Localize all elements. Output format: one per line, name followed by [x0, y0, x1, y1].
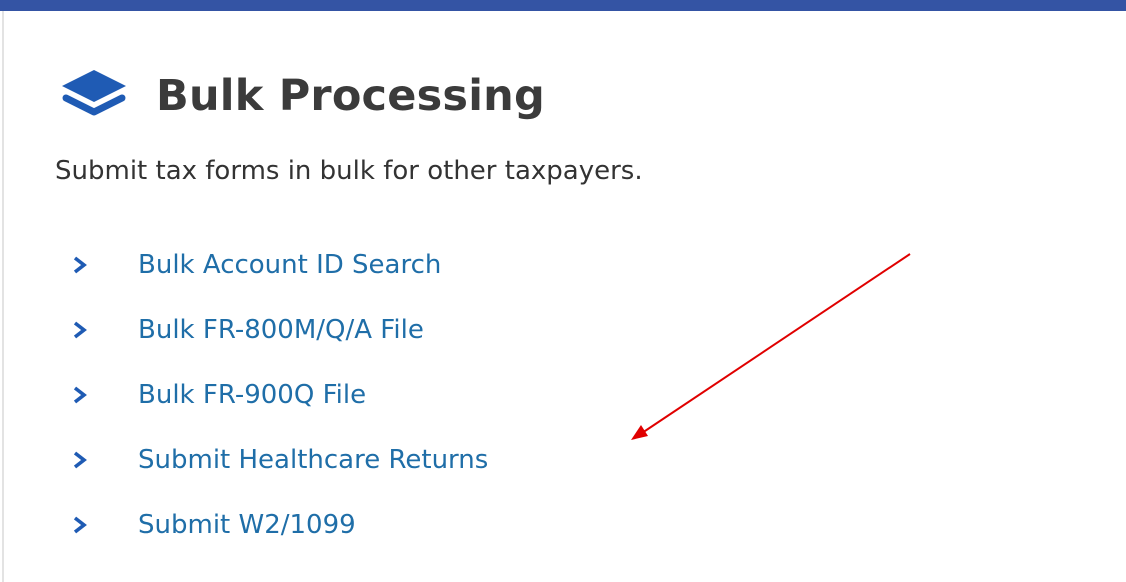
link-label[interactable]: Submit W2/1099	[138, 510, 356, 540]
section-header: Bulk Processing	[60, 68, 545, 124]
left-border	[2, 11, 4, 582]
link-bulk-fr-800-file[interactable]: Bulk FR-800M/Q/A File	[72, 297, 488, 362]
chevron-right-icon	[73, 256, 87, 273]
link-label[interactable]: Bulk Account ID Search	[138, 250, 441, 280]
link-label[interactable]: Bulk FR-900Q File	[138, 380, 366, 410]
page-title: Bulk Processing	[156, 71, 545, 121]
chevron-right-icon	[73, 451, 87, 468]
link-submit-w2-1099[interactable]: Submit W2/1099	[72, 492, 488, 557]
chevron-right-icon	[73, 321, 87, 338]
link-bulk-fr-900q-file[interactable]: Bulk FR-900Q File	[72, 362, 488, 427]
layers-icon	[62, 70, 126, 116]
section-description: Submit tax forms in bulk for other taxpa…	[55, 156, 643, 186]
chevron-right-icon	[73, 386, 87, 403]
link-submit-healthcare-returns[interactable]: Submit Healthcare Returns	[72, 427, 488, 492]
chevron-right-icon	[73, 516, 87, 533]
link-bulk-account-id-search[interactable]: Bulk Account ID Search	[72, 232, 488, 297]
link-label[interactable]: Bulk FR-800M/Q/A File	[138, 315, 424, 345]
bulk-links-list: Bulk Account ID Search Bulk FR-800M/Q/A …	[72, 232, 488, 557]
top-accent-bar	[0, 0, 1126, 11]
link-label[interactable]: Submit Healthcare Returns	[138, 445, 488, 475]
bulk-processing-page: Bulk Processing Submit tax forms in bulk…	[0, 0, 1126, 582]
